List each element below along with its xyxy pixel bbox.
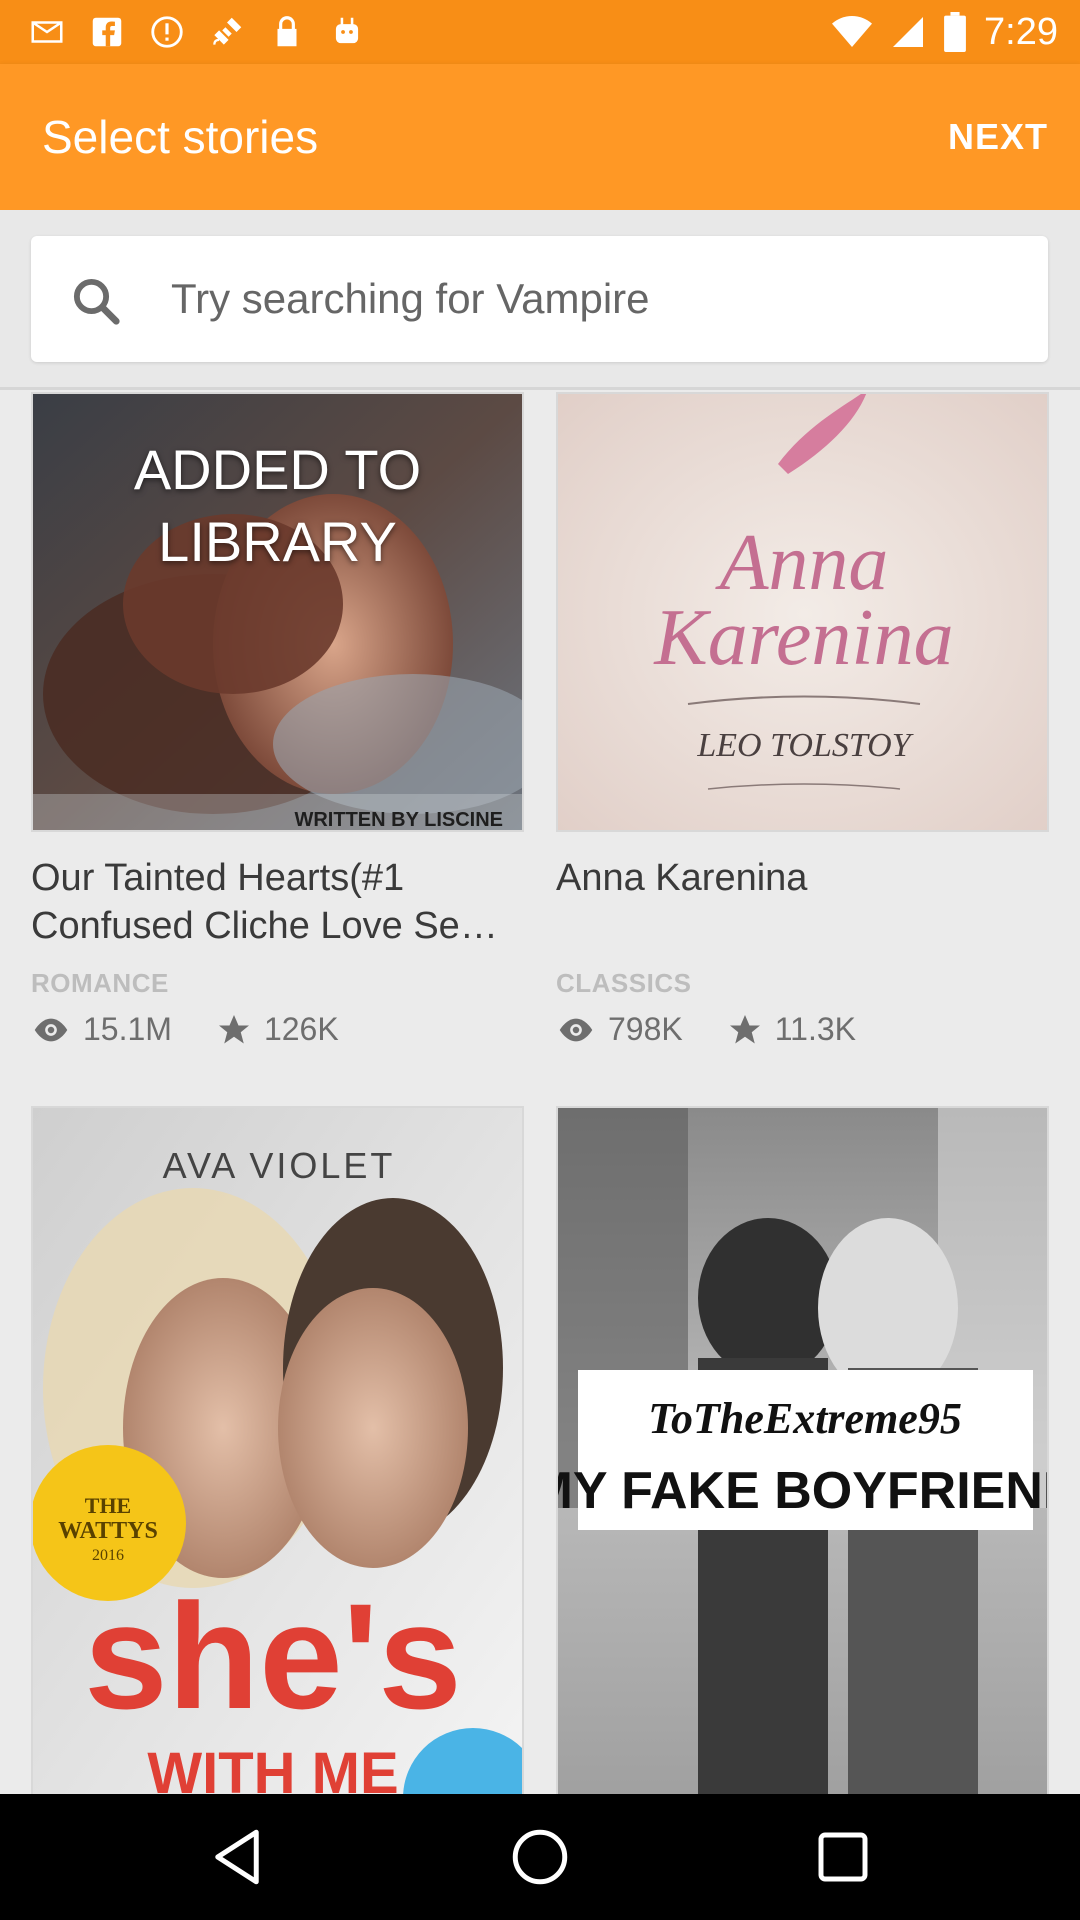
next-button[interactable]: NEXT (948, 64, 1048, 210)
search-input[interactable] (171, 236, 1031, 362)
story-card[interactable]: AVA VIOLET THE WATTYS 2016 she's WITH ME (31, 1106, 524, 1796)
eye-icon (559, 1018, 593, 1041)
story-stats: 15.1M 126K (31, 1011, 524, 1048)
story-genre: CLASSICS (556, 968, 692, 998)
votes-count: 126K (263, 1011, 339, 1047)
recents-icon[interactable] (810, 1824, 876, 1890)
status-time: 7:29 (984, 10, 1058, 53)
cover-author: AVA VIOLET (163, 1145, 396, 1186)
search-icon (73, 278, 120, 325)
story-title: Anna Karenina (556, 857, 808, 899)
back-icon[interactable] (204, 1824, 270, 1890)
story-cover[interactable]: ToTheExtreme95 MY FAKE BOYFRIEND (556, 1106, 1049, 1796)
reads-count: 15.1M (83, 1011, 172, 1047)
wifi-icon (832, 16, 873, 47)
cover-title-line2: Karenina (653, 594, 953, 682)
reads-count: 798K (608, 1011, 683, 1047)
cover-title: MY FAKE BOYFRIEND (558, 1462, 1049, 1520)
wattys-badge-line3: 2016 (92, 1547, 124, 1564)
cover-image: Anna Karenina LEO TOLSTOY (558, 394, 1047, 830)
story-card[interactable]: ToTheExtreme95 MY FAKE BOYFRIEND (556, 1106, 1049, 1796)
battery-icon (944, 12, 966, 52)
cover-subtitle: WITH ME (147, 1741, 398, 1796)
story-cover[interactable]: WRITTEN BY LISCINE ADDED TO LIBRARY (31, 392, 524, 832)
satellite-icon (213, 17, 242, 45)
eye-icon (34, 1018, 68, 1041)
story-cover[interactable]: AVA VIOLET THE WATTYS 2016 she's WITH ME (31, 1106, 524, 1796)
mail-icon (31, 21, 63, 43)
star-icon (729, 1014, 760, 1043)
story-stats: 798K 11.3K (556, 1011, 1049, 1048)
lock-icon (277, 16, 297, 47)
story-title: Our Tainted Hearts(#1 Confused Cliche Lo… (31, 857, 498, 947)
app-bar: Select stories NEXT (0, 64, 1080, 210)
alert-icon (151, 16, 183, 48)
screen: 7:29 Select stories NEXT Try searching f… (0, 0, 1080, 1920)
story-card[interactable]: WRITTEN BY LISCINE ADDED TO LIBRARY Our … (31, 392, 524, 1048)
cover-image: AVA VIOLET THE WATTYS 2016 she's WITH ME (33, 1108, 522, 1796)
wattys-badge-line2: WATTYS (58, 1518, 158, 1544)
votes-stat: 11.3K (727, 1011, 856, 1048)
page-title: Select stories (42, 111, 319, 163)
votes-count: 11.3K (774, 1011, 856, 1047)
cover-title: she's (84, 1572, 462, 1740)
story-genre: ROMANCE (31, 968, 169, 998)
cover-author-text: WRITTEN BY LISCINE (294, 809, 503, 831)
wattys-badge-line1: THE (85, 1493, 131, 1518)
added-to-library-text: ADDED TO LIBRARY (133, 438, 422, 573)
status-bar: 7:29 (0, 0, 1080, 64)
signal-icon (893, 17, 924, 47)
story-cover[interactable]: Anna Karenina LEO TOLSTOY (556, 392, 1049, 832)
story-card[interactable]: Anna Karenina LEO TOLSTOY Anna Karenina … (556, 392, 1049, 1048)
reads-stat: 798K (556, 1011, 683, 1048)
facebook-icon (92, 17, 122, 47)
star-icon (218, 1014, 249, 1043)
home-icon[interactable] (507, 1824, 573, 1890)
cover-author: LEO TOLSTOY (696, 727, 913, 764)
cover-image: ToTheExtreme95 MY FAKE BOYFRIEND (558, 1108, 1049, 1794)
reads-stat: 15.1M (31, 1011, 172, 1048)
added-to-library-label: ADDED TO LIBRARY (33, 434, 522, 578)
votes-stat: 126K (216, 1011, 339, 1048)
android-icon (335, 17, 359, 44)
search-section (0, 210, 1080, 390)
cover-author: ToTheExtreme95 (648, 1394, 962, 1443)
search-box[interactable] (31, 236, 1048, 362)
navigation-bar (0, 1794, 1080, 1920)
